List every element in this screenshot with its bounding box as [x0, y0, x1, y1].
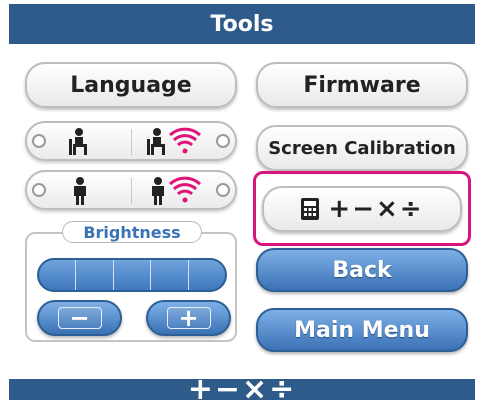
seated-person-wifi-icon: [147, 127, 202, 155]
back-button[interactable]: Back: [256, 248, 468, 292]
brightness-label-text: Brightness: [83, 222, 181, 242]
brightness-segment: [39, 260, 77, 290]
back-button-label: Back: [332, 257, 392, 283]
header-bar: Tools: [9, 4, 475, 44]
main-menu-button[interactable]: Main Menu: [256, 308, 468, 352]
seated-radio-off[interactable]: [32, 134, 46, 148]
brightness-level-bar[interactable]: [37, 258, 227, 292]
seated-radio-on[interactable]: [216, 134, 230, 148]
seated-mode-toggle[interactable]: [25, 121, 237, 161]
firmware-button[interactable]: Firmware: [256, 62, 468, 108]
minus-icon: −: [57, 306, 102, 330]
standing-mode-toggle[interactable]: [25, 170, 237, 210]
footer-bar: +−×÷: [9, 379, 475, 400]
brightness-segment: [189, 260, 225, 290]
brightness-segment: [114, 260, 152, 290]
screen-calibration-label: Screen Calibration: [268, 137, 456, 159]
screen-calibration-button[interactable]: Screen Calibration: [256, 125, 468, 171]
brightness-decrease-button[interactable]: −: [37, 300, 122, 336]
toggle-divider: [131, 129, 132, 155]
standing-radio-off[interactable]: [32, 183, 46, 197]
toggle-divider: [131, 178, 132, 204]
plus-icon: +: [166, 306, 211, 330]
page-title: Tools: [210, 11, 274, 37]
standing-radio-on[interactable]: [216, 183, 230, 197]
calculator-icon: [301, 198, 320, 220]
main-menu-button-label: Main Menu: [294, 317, 430, 343]
firmware-button-label: Firmware: [303, 72, 421, 98]
brightness-increase-button[interactable]: +: [146, 300, 231, 336]
calculator-button[interactable]: +−×÷: [262, 186, 462, 232]
seated-person-icon: [69, 128, 87, 155]
footer-title: +−×÷: [187, 379, 297, 400]
language-button[interactable]: Language: [25, 62, 237, 108]
standing-person-wifi-icon: [152, 176, 202, 205]
language-button-label: Language: [70, 72, 192, 98]
brightness-segment: [151, 260, 189, 290]
brightness-segment: [76, 260, 114, 290]
standing-person-icon: [74, 177, 86, 205]
calculator-ops-label: +−×÷: [328, 194, 424, 224]
brightness-label: Brightness: [62, 221, 202, 243]
